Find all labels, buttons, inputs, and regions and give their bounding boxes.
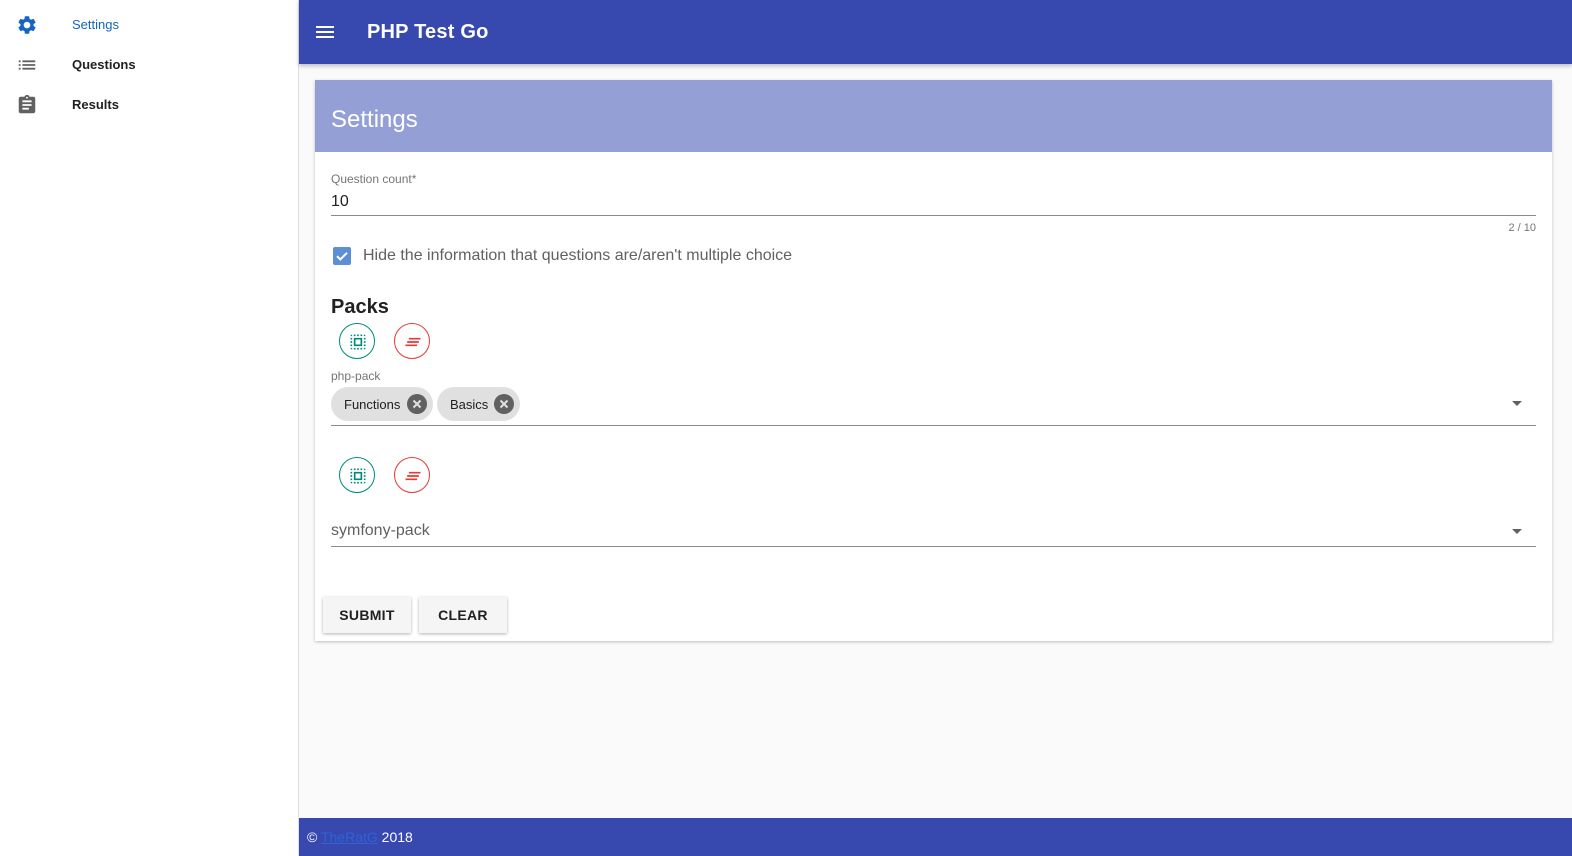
hamburger-menu-icon[interactable]: [313, 20, 337, 44]
php-pack-clear-button[interactable]: [394, 323, 430, 359]
chevron-down-icon[interactable]: [1512, 529, 1522, 534]
footer-text: © TheRatG 2018: [307, 829, 413, 845]
author-link[interactable]: TheRatG: [321, 829, 378, 845]
sidebar-item-questions[interactable]: Questions: [0, 44, 298, 84]
sidebar-item-label: Settings: [72, 16, 119, 32]
sidebar-item-label: Results: [72, 96, 119, 112]
php-pack-underline: [331, 425, 1536, 426]
php-pack-select[interactable]: [331, 380, 1536, 425]
gear-icon: [16, 14, 38, 36]
card-header: Settings: [315, 80, 1552, 152]
question-count-counter: 2 / 10: [1508, 222, 1536, 234]
symfony-pack-select-all-button[interactable]: [339, 457, 375, 493]
app-title: PHP Test Go: [367, 21, 489, 43]
clear-all-icon: [405, 337, 421, 347]
select-all-icon: [350, 468, 366, 484]
hide-multiple-choice-checkbox[interactable]: [333, 247, 351, 265]
app-root: Settings Questions Results PHP Test Go S…: [0, 0, 1572, 856]
clear-all-icon: [405, 471, 421, 481]
checkmark-icon: [336, 252, 348, 261]
page-title: Settings: [331, 106, 418, 133]
question-count-input[interactable]: 10: [331, 193, 1536, 217]
app-header: PHP Test Go: [299, 0, 1572, 64]
symfony-pack-select[interactable]: [331, 512, 1536, 547]
packs-title: Packs: [331, 296, 389, 318]
sidebar: Settings Questions Results: [0, 0, 299, 856]
copyright-year: 2018: [381, 829, 413, 845]
question-count-underline: [331, 215, 1536, 216]
list-icon: [16, 54, 38, 76]
submit-button[interactable]: SUBMIT: [323, 597, 411, 633]
select-all-icon: [350, 334, 366, 350]
sidebar-item-results[interactable]: Results: [0, 84, 298, 124]
clear-button[interactable]: CLEAR: [419, 597, 507, 633]
php-pack-select-all-button[interactable]: [339, 323, 375, 359]
clipboard-icon: [16, 94, 38, 116]
question-count-label: Question count*: [331, 172, 417, 186]
sidebar-item-label: Questions: [72, 56, 136, 72]
footer: © TheRatG 2018: [299, 818, 1572, 856]
symfony-pack-clear-button[interactable]: [394, 457, 430, 493]
symfony-pack-underline: [331, 546, 1536, 547]
settings-card: Settings Question count* 10 2 / 10 Hide …: [315, 80, 1552, 641]
hide-multiple-choice-label: Hide the information that questions are/…: [363, 247, 793, 264]
sidebar-item-settings[interactable]: Settings: [0, 4, 298, 44]
copyright-symbol: ©: [307, 829, 318, 845]
chevron-down-icon[interactable]: [1512, 401, 1522, 406]
